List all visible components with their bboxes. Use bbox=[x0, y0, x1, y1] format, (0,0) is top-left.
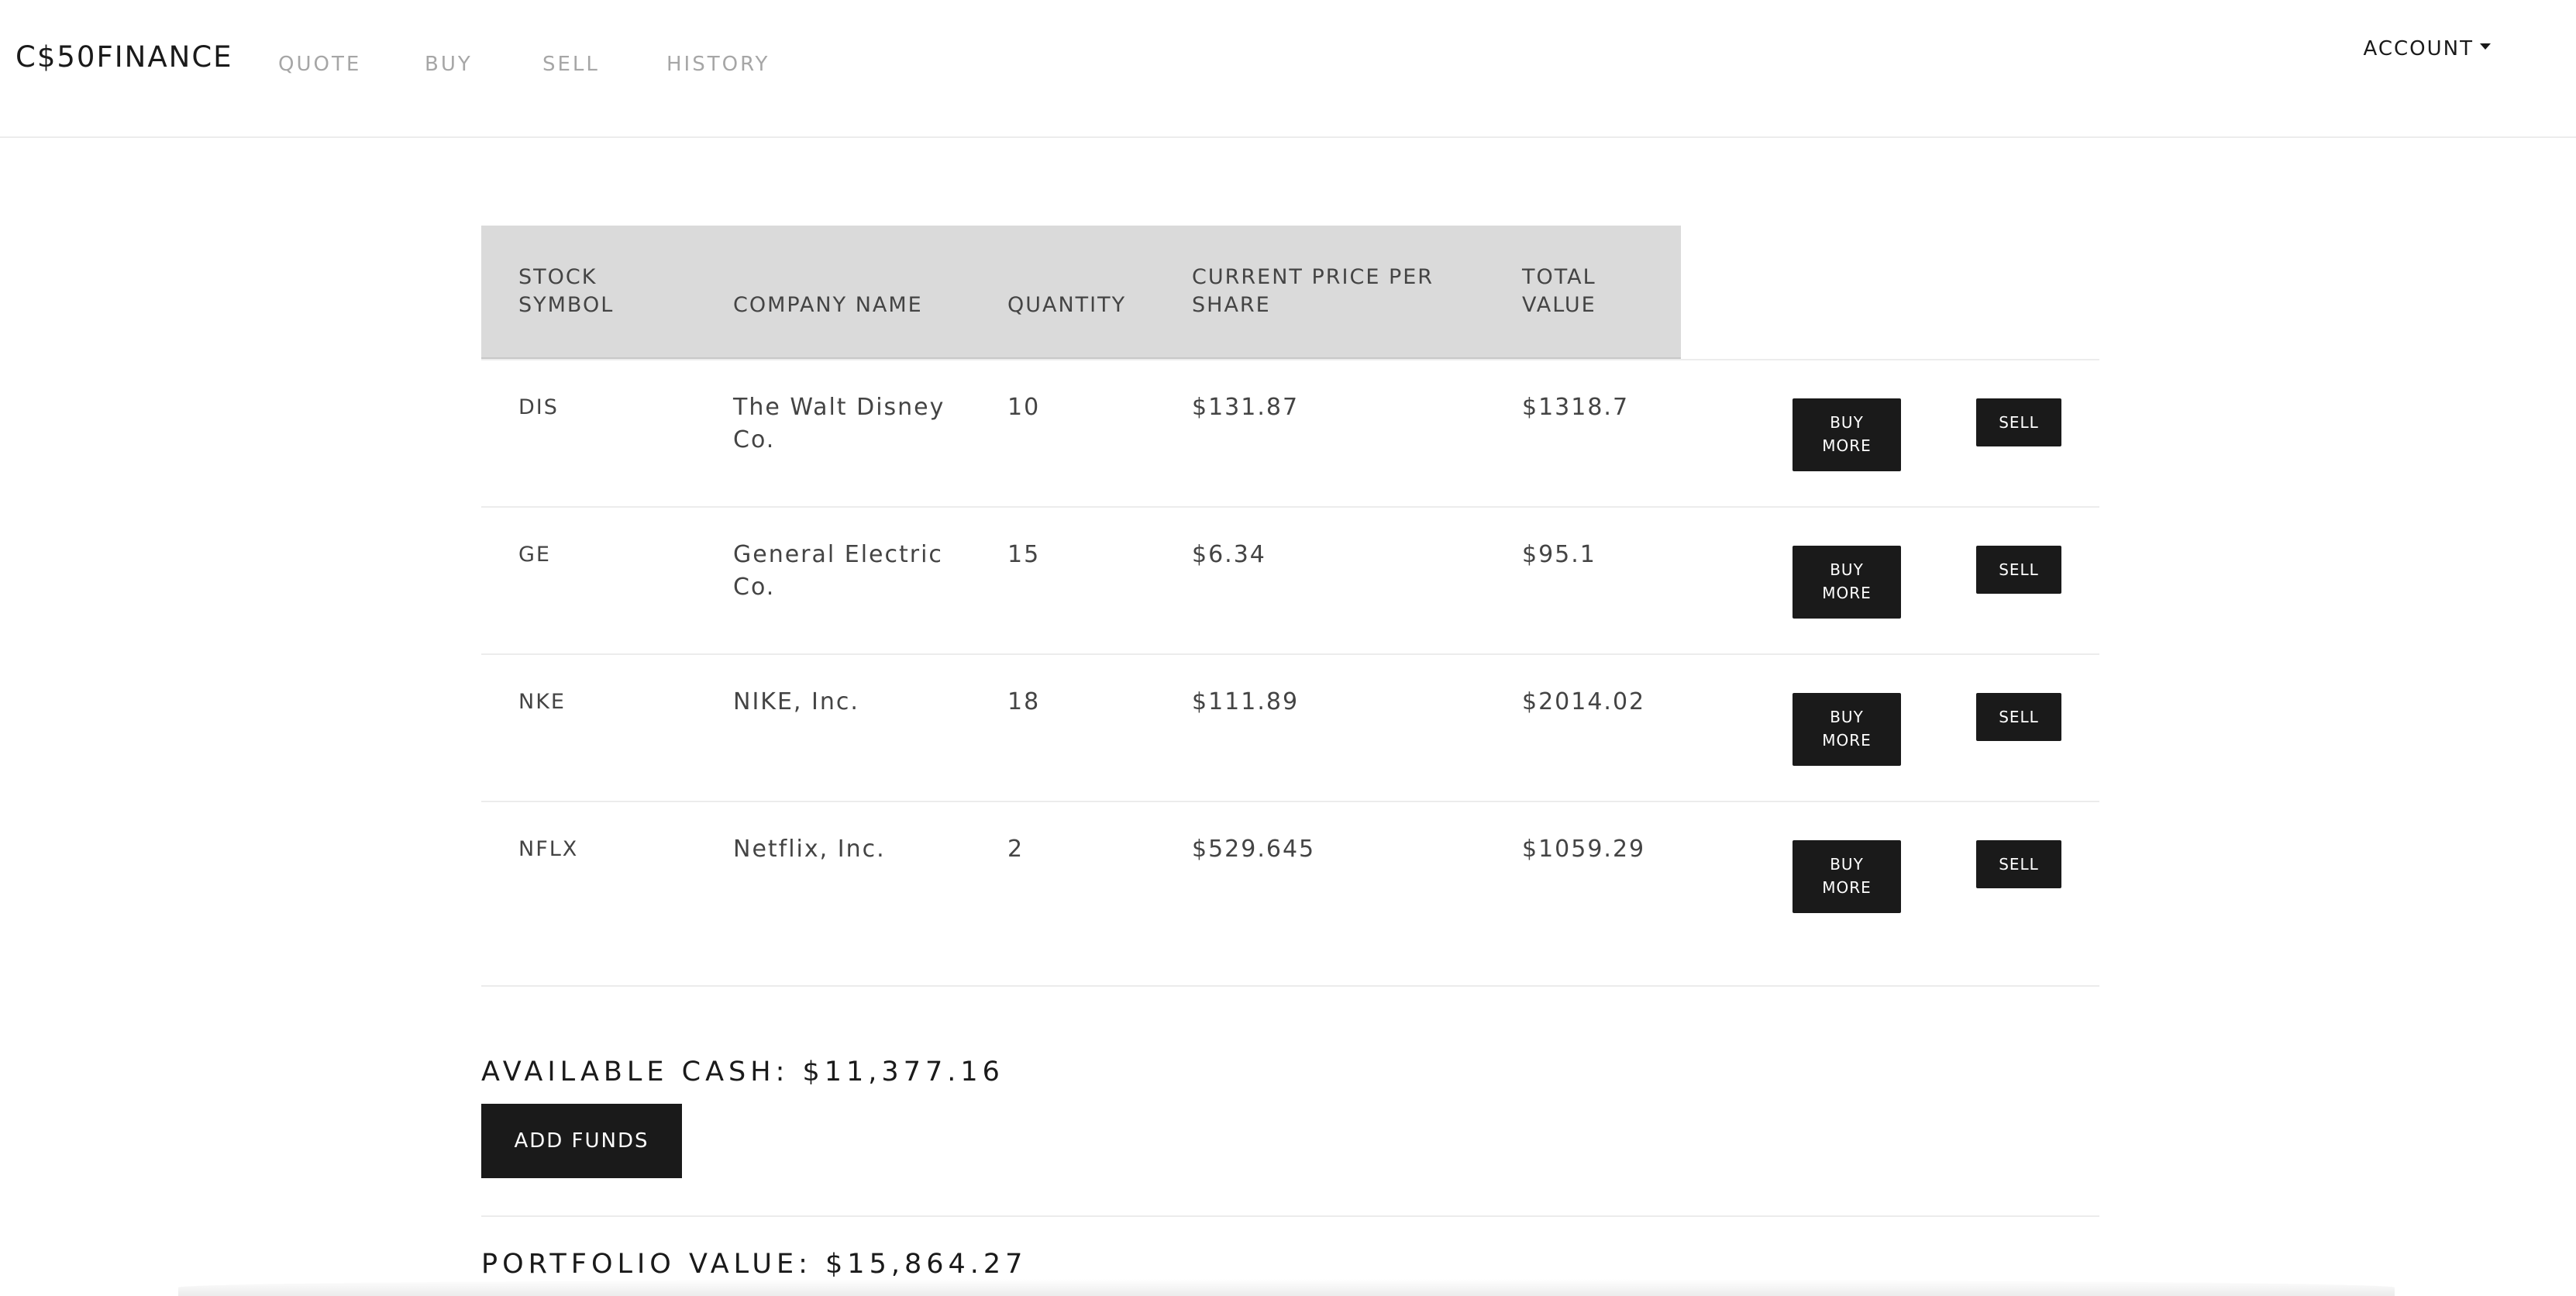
header-current-price: CURRENT PRICE PER SHARE bbox=[1192, 264, 1434, 319]
cell-quantity: 15 bbox=[1007, 541, 1041, 568]
buy-more-label-line1: BUY bbox=[1830, 413, 1864, 432]
cell-company: General Electric Co. bbox=[733, 539, 943, 604]
header-total-value-line2: VALUE bbox=[1522, 293, 1596, 317]
cell-company-line2: Co. bbox=[733, 574, 776, 601]
buy-more-label-line1: BUY bbox=[1830, 708, 1864, 726]
sell-button[interactable]: SELL bbox=[1976, 840, 2061, 888]
table-row: GE General Electric Co. 15 $6.34 $95.1 B… bbox=[481, 506, 2099, 653]
cell-company-line1: NIKE, Inc. bbox=[733, 688, 859, 715]
cell-company-line2: Co. bbox=[733, 426, 776, 453]
cell-company-line1: The Walt Disney bbox=[733, 394, 945, 421]
table-row: NFLX Netflix, Inc. 2 $529.645 $1059.29 B… bbox=[481, 801, 2099, 948]
buy-more-label-line1: BUY bbox=[1830, 560, 1864, 579]
available-cash: AVAILABLE CASH: $11,377.16 bbox=[481, 1056, 1004, 1087]
footer-shadow bbox=[178, 1279, 2395, 1296]
header-total-value: TOTAL VALUE bbox=[1522, 264, 1596, 319]
header-quantity: QUANTITY bbox=[1007, 293, 1127, 317]
account-label: ACCOUNT bbox=[2363, 37, 2474, 60]
header-stock-symbol-line1: STOCK bbox=[518, 265, 598, 289]
cell-price: $6.34 bbox=[1192, 541, 1266, 568]
nav-link-sell[interactable]: SELL bbox=[542, 53, 600, 76]
table-bottom-divider bbox=[481, 985, 2099, 987]
add-funds-button[interactable]: ADD FUNDS bbox=[481, 1104, 682, 1178]
cell-quantity: 10 bbox=[1007, 394, 1041, 421]
buy-more-label-line2: MORE bbox=[1822, 731, 1872, 750]
header-current-price-line2: SHARE bbox=[1192, 293, 1271, 317]
cell-quantity: 18 bbox=[1007, 688, 1041, 715]
sell-button[interactable]: SELL bbox=[1976, 398, 2061, 446]
cell-price: $529.645 bbox=[1192, 836, 1316, 863]
brand-logo[interactable]: C$50FINANCE bbox=[15, 40, 233, 74]
table-row: DIS The Walt Disney Co. 10 $131.87 $1318… bbox=[481, 359, 2099, 506]
cell-quantity: 2 bbox=[1007, 836, 1025, 863]
cell-total: $95.1 bbox=[1522, 541, 1596, 568]
cell-symbol: DIS bbox=[518, 395, 559, 419]
cell-symbol: GE bbox=[518, 543, 551, 567]
table-header: STOCK SYMBOL COMPANY NAME QUANTITY CURRE… bbox=[481, 226, 1681, 359]
cell-total: $1318.7 bbox=[1522, 394, 1630, 421]
buy-more-button[interactable]: BUY MORE bbox=[1793, 546, 1901, 619]
cell-company: The Walt Disney Co. bbox=[733, 391, 945, 457]
buy-more-button[interactable]: BUY MORE bbox=[1793, 693, 1901, 766]
buy-more-label-line2: MORE bbox=[1822, 878, 1872, 897]
cell-company-line1: Netflix, Inc. bbox=[733, 836, 886, 863]
buy-more-label-line2: MORE bbox=[1822, 436, 1872, 455]
header-stock-symbol: STOCK SYMBOL bbox=[518, 264, 614, 319]
header-company-name: COMPANY NAME bbox=[733, 293, 923, 317]
portfolio-value: PORTFOLIO VALUE: $15,864.27 bbox=[481, 1249, 1028, 1280]
cell-price: $111.89 bbox=[1192, 688, 1300, 715]
cell-total: $1059.29 bbox=[1522, 836, 1646, 863]
header-total-value-line1: TOTAL bbox=[1522, 265, 1596, 289]
cell-symbol: NKE bbox=[518, 690, 566, 714]
buy-more-button[interactable]: BUY MORE bbox=[1793, 398, 1901, 471]
nav-link-quote[interactable]: QUOTE bbox=[278, 53, 361, 76]
cell-price: $131.87 bbox=[1192, 394, 1300, 421]
table-row: NKE NIKE, Inc. 18 $111.89 $2014.02 BUY M… bbox=[481, 653, 2099, 801]
nav-link-history[interactable]: HISTORY bbox=[666, 53, 770, 76]
nav-link-buy[interactable]: BUY bbox=[425, 53, 473, 76]
summary-divider bbox=[481, 1215, 2099, 1217]
cell-total: $2014.02 bbox=[1522, 688, 1646, 715]
cell-symbol: NFLX bbox=[518, 837, 579, 861]
caret-down-icon bbox=[2480, 43, 2491, 50]
account-dropdown[interactable]: ACCOUNT bbox=[2364, 37, 2491, 60]
buy-more-button[interactable]: BUY MORE bbox=[1793, 840, 1901, 913]
header-current-price-line1: CURRENT PRICE PER bbox=[1192, 265, 1434, 289]
cell-company: NIKE, Inc. bbox=[733, 686, 859, 719]
buy-more-label-line2: MORE bbox=[1822, 584, 1872, 602]
cell-company: Netflix, Inc. bbox=[733, 833, 886, 866]
sell-button[interactable]: SELL bbox=[1976, 546, 2061, 594]
top-navbar: C$50FINANCE QUOTE BUY SELL HISTORY ACCOU… bbox=[0, 0, 2576, 138]
sell-button[interactable]: SELL bbox=[1976, 693, 2061, 741]
cell-company-line1: General Electric bbox=[733, 541, 943, 568]
buy-more-label-line1: BUY bbox=[1830, 855, 1864, 874]
header-stock-symbol-line2: SYMBOL bbox=[518, 293, 615, 317]
